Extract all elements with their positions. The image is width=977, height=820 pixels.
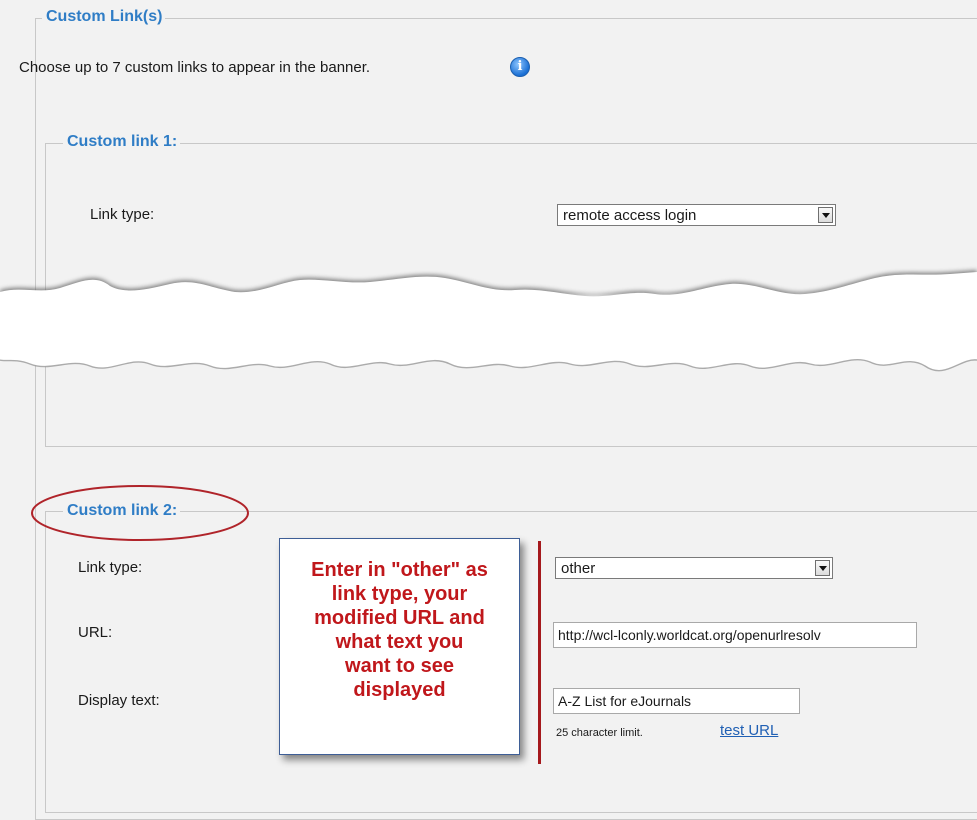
chevron-down-icon[interactable] [815, 560, 830, 576]
chevron-down-icon[interactable] [818, 207, 833, 223]
torn-paper-divider [0, 270, 977, 372]
link2-url-label: URL: [78, 624, 113, 641]
link1-type-label: Link type: [90, 206, 155, 223]
custom-links-legend: Custom Link(s) [42, 8, 166, 26]
link2-display-text-input[interactable]: A-Z List for eJournals [553, 688, 800, 714]
custom-link-1-legend: Custom link 1: [63, 133, 181, 151]
link1-type-select[interactable]: remote access login [557, 204, 836, 226]
link2-url-input[interactable]: http://wcl-lconly.worldcat.org/openurlre… [553, 622, 917, 648]
custom-links-intro: Choose up to 7 custom links to appear in… [19, 59, 371, 76]
callout-line: what text you [335, 631, 464, 653]
callout-line: displayed [353, 679, 446, 701]
info-icon[interactable]: i [510, 57, 530, 77]
callout-line: modified URL and [314, 607, 485, 629]
instruction-callout: Enter in "other" as link type, your modi… [279, 538, 520, 755]
char-limit-note: 25 character limit. [556, 727, 643, 739]
callout-line: want to see [345, 655, 454, 677]
highlight-ellipse [31, 485, 249, 541]
test-url-link[interactable]: test URL [720, 722, 778, 739]
link1-type-value: remote access login [563, 207, 697, 224]
callout-line: Enter in "other" as [311, 559, 488, 581]
link2-type-select[interactable]: other [555, 557, 833, 579]
callout-line: link type, your [331, 583, 468, 605]
link2-type-label: Link type: [78, 559, 143, 576]
link2-display-text-label: Display text: [78, 692, 160, 709]
callout-red-line [538, 541, 541, 764]
link2-type-value: other [561, 560, 596, 577]
